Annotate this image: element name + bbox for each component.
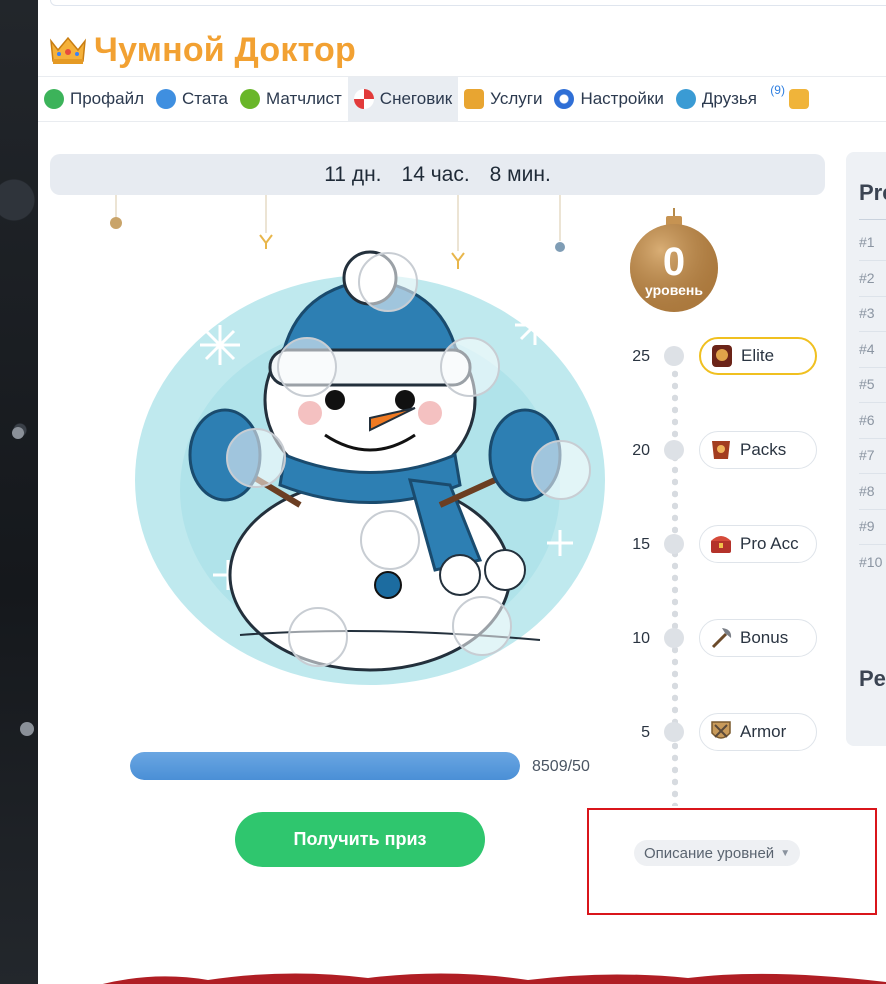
level-number: 5 — [641, 724, 650, 741]
matchlist-icon — [240, 89, 261, 109]
level-dot — [664, 346, 684, 366]
tab-settings[interactable]: Настройки — [548, 77, 669, 121]
divider — [859, 402, 886, 403]
reward-pro-acc[interactable]: Pro Acc — [699, 525, 817, 563]
peppermint-icon — [353, 89, 374, 109]
main-page: Чумной Доктор Профайл Стата Матчлист Сне… — [38, 0, 886, 984]
reward-label: Pro Acc — [740, 534, 799, 553]
progress-value: 8509/50 — [532, 758, 590, 775]
decorative-garland — [102, 973, 886, 984]
snowflake-dot — [20, 722, 34, 736]
divider — [859, 473, 886, 474]
level-caption: уровень — [645, 282, 703, 298]
tab-label: Услуги — [490, 89, 543, 108]
divider — [859, 260, 886, 261]
level-dot — [664, 722, 684, 742]
packs-icon — [712, 441, 730, 459]
services-icon — [464, 89, 485, 109]
reward-label: Packs — [740, 440, 787, 459]
tab-label: Снеговик — [379, 89, 453, 108]
reward-armor[interactable]: Armor — [699, 713, 817, 751]
level-number: 15 — [632, 536, 650, 553]
more-icon — [788, 89, 809, 109]
progress-fill — [130, 752, 520, 780]
divider — [859, 508, 886, 510]
tab-label: Матчлист — [266, 89, 342, 108]
chest-icon — [711, 536, 731, 553]
rank-item: #1 — [859, 234, 875, 250]
tab-snowman[interactable]: Снеговик — [347, 77, 459, 121]
level-number: 20 — [632, 442, 650, 459]
side-panel-title-2: Pe — [859, 666, 886, 691]
rank-item: #8 — [859, 482, 875, 499]
divider — [859, 437, 886, 439]
tab-label: Стата — [182, 89, 229, 108]
divider — [859, 219, 886, 220]
tab-more[interactable] — [775, 77, 815, 121]
divider — [859, 295, 886, 297]
rank-item: #3 — [859, 305, 875, 321]
page-title: Чумной Доктор — [94, 30, 356, 69]
timer-hours: 14 час. — [401, 162, 470, 186]
friends-icon — [675, 89, 696, 109]
reward-label: Bonus — [740, 628, 789, 647]
divider — [859, 544, 886, 545]
reward-bonus[interactable]: Bonus — [699, 619, 817, 657]
reward-label: Elite — [741, 346, 775, 365]
level-number: 25 — [632, 348, 650, 365]
rank-item: #2 — [859, 269, 875, 286]
axe-icon — [711, 628, 732, 649]
snowflake-dot — [12, 427, 24, 439]
armor-icon — [711, 721, 731, 739]
divider — [859, 331, 886, 332]
event-progress-bar — [130, 752, 520, 780]
level-value: 0 — [662, 240, 686, 284]
stats-icon — [156, 89, 176, 109]
snowman-illustration — [135, 250, 605, 685]
tab-stats[interactable]: Стата — [150, 77, 234, 121]
crown-icon — [49, 36, 87, 64]
tab-label: Настройки — [580, 89, 664, 108]
rank-item: #10 — [859, 553, 883, 570]
search-bar-edge — [50, 0, 886, 6]
rank-item: #6 — [859, 411, 875, 428]
level-dot — [664, 440, 684, 460]
settings-icon — [554, 89, 575, 109]
level-number: 10 — [632, 630, 650, 647]
tab-profile[interactable]: Профайл — [38, 77, 150, 121]
timer-days: 11 дн. — [324, 162, 382, 186]
tab-friends[interactable]: Друзья (9) — [670, 77, 785, 121]
level-dot — [664, 534, 684, 554]
reward-label: Armor — [740, 722, 787, 741]
ornament-ball-icon — [110, 217, 122, 229]
profile-header: Чумной Доктор — [48, 28, 356, 72]
rank-item: #7 — [859, 447, 875, 463]
elite-icon — [712, 345, 732, 367]
rank-item: #5 — [859, 376, 875, 392]
level-dot — [664, 628, 684, 648]
profile-nav: Профайл Стата Матчлист Снеговик Услуги Н… — [38, 76, 886, 122]
rank-item: #9 — [859, 518, 875, 534]
side-panel-title: Pre — [859, 180, 886, 205]
reward-elite[interactable]: Elite — [699, 337, 817, 375]
highlight-frame — [587, 808, 877, 915]
rank-item: #4 — [859, 340, 875, 357]
profile-icon — [44, 89, 64, 109]
background-left-strip — [0, 0, 38, 984]
tab-label: Друзья — [701, 89, 757, 108]
get-prize-button[interactable]: Получить приз — [235, 812, 485, 867]
event-timer: 11 дн. 14 час. 8 мин. — [50, 154, 825, 195]
timer-minutes: 8 мин. — [489, 162, 551, 186]
reward-packs[interactable]: Packs — [699, 431, 817, 469]
divider — [859, 366, 886, 368]
tab-matchlist[interactable]: Матчлист — [234, 77, 348, 121]
tab-label: Профайл — [70, 89, 144, 108]
tab-services[interactable]: Услуги — [458, 77, 548, 121]
